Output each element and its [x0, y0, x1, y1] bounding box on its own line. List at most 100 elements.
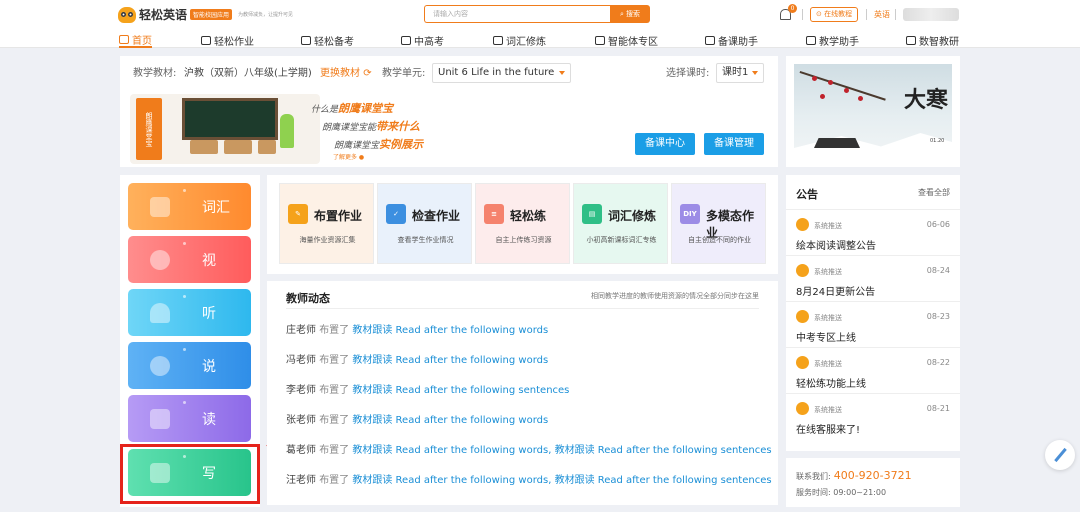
- system-avatar-icon: [796, 402, 809, 415]
- system-avatar-icon: [796, 264, 809, 277]
- service-hours: 服务时间: 09:00~21:00: [796, 488, 887, 497]
- card-check-homework[interactable]: ✓ 检查作业 查看学生作业情况: [377, 183, 472, 264]
- nav-label: 首页: [132, 35, 152, 47]
- announcement-item[interactable]: 系统推送 08-22 轻松练功能上线: [786, 347, 960, 393]
- classroom-illustration[interactable]: 朗鹰课堂宝: [130, 94, 320, 164]
- announcement-item[interactable]: 系统推送 08-23 中考专区上线: [786, 301, 960, 347]
- nav-teaching-assistant[interactable]: 教学助手: [806, 32, 859, 48]
- plum-blossom: [820, 94, 825, 99]
- nav-easy-homework[interactable]: 轻松作业: [201, 32, 254, 48]
- subject-switch[interactable]: 英语: [874, 9, 890, 20]
- caption-what[interactable]: 什么是朗鹰课堂宝: [311, 100, 393, 116]
- activity-row: 葛老师 布置了 教材跟读 Read after the following wo…: [286, 441, 772, 456]
- card-title: 布置作业: [314, 209, 363, 223]
- document-icon: [401, 35, 411, 45]
- card-multimodal-homework[interactable]: DIY 多模态作业 自主创造不同的作业: [671, 183, 766, 264]
- nav-label: 教学助手: [819, 36, 859, 48]
- card-subtitle: 查看学生作业情况: [397, 236, 454, 244]
- announcement-item[interactable]: 系统推送 08-24 8月24日更新公告: [786, 255, 960, 301]
- shield-icon: [201, 35, 211, 45]
- board-icon: [806, 35, 816, 45]
- nav-research[interactable]: 数智教研: [906, 32, 959, 48]
- online-tutorial-button[interactable]: ⊙ 在线教程: [810, 7, 859, 22]
- contact-phone[interactable]: 400-920-3721: [834, 469, 912, 482]
- skill-view-button[interactable]: 视: [128, 236, 251, 283]
- banner-image: 大寒 01.20: [794, 64, 952, 160]
- activity-link[interactable]: 教材跟读 Read after the following words: [352, 415, 548, 426]
- divider: [286, 308, 759, 309]
- nav-vocab[interactable]: 词汇修炼: [493, 32, 546, 48]
- nav-exams[interactable]: 中高考: [401, 32, 444, 48]
- pen-tool-icon[interactable]: [1045, 440, 1075, 470]
- card-assign-homework[interactable]: ✎ 布置作业 海量作业资源汇集: [279, 183, 374, 264]
- skill-vocab-button[interactable]: 词汇: [128, 183, 251, 230]
- material-value: 沪教（双新）八年级(上学期): [184, 68, 312, 79]
- learn-more-link[interactable]: 了解更多 ●: [333, 152, 364, 161]
- activity-row: 李老师 布置了 教材跟读 Read after the following se…: [286, 381, 569, 396]
- nav-label: 备课助手: [718, 36, 758, 48]
- nav-agents[interactable]: 智能体专区: [595, 32, 658, 48]
- decor-dot: [183, 242, 186, 245]
- vocab-icon: ▤: [582, 204, 602, 224]
- activity-title: 教师动态: [286, 292, 330, 305]
- highlight-box: [120, 444, 260, 504]
- online-tutorial-label: 在线教程: [824, 10, 853, 18]
- divider: [802, 9, 803, 20]
- nav-easy-exam[interactable]: 轻松备考: [301, 32, 354, 48]
- announcement-item[interactable]: 系统推送 06-06 绘本阅读调整公告: [786, 209, 960, 255]
- solar-term-banner[interactable]: 大寒 01.20: [786, 56, 960, 167]
- prep-manage-button[interactable]: 备课管理: [704, 133, 764, 155]
- unit-value: Unit 6 Life in the future: [438, 67, 555, 78]
- prep-center-button[interactable]: 备课中心: [635, 133, 695, 155]
- skill-label: 读: [202, 411, 216, 428]
- announcement-text: 8月24日更新公告: [796, 287, 876, 298]
- caption-bold: 实例展示: [379, 138, 424, 151]
- unit-label: 教学单元:: [382, 68, 426, 79]
- activity-link[interactable]: 教材跟读 Read after the following words: [352, 355, 548, 366]
- announcement-date: 06-06: [926, 220, 950, 229]
- search-button[interactable]: ⌕ 搜索: [610, 5, 650, 23]
- view-all-link[interactable]: 查看全部: [918, 187, 950, 198]
- card-vocab-training[interactable]: ▤ 词汇修炼 小初高新课标词汇专练: [573, 183, 668, 264]
- teacher-name: 李老师: [286, 385, 316, 396]
- caption-bold: 带来什么: [376, 120, 421, 133]
- teaching-setup-panel: 教学教材: 沪教（双新）八年级(上学期) 更换教材 ⟳ 教学单元: Unit 6…: [120, 56, 778, 167]
- search-button-label: 搜索: [625, 10, 640, 18]
- nav-home[interactable]: 首页: [119, 32, 152, 48]
- card-title: 检查作业: [412, 209, 461, 223]
- nav-lesson-assistant[interactable]: 备课助手: [705, 32, 758, 48]
- lesson-select[interactable]: 课时1: [716, 63, 764, 83]
- lesson-label: 选择课时:: [666, 68, 710, 79]
- caption-benefit[interactable]: 朗鹰课堂宝能带来什么: [322, 118, 420, 134]
- announcement-item[interactable]: 系统推送 08-21 在线客服来了!: [786, 393, 960, 439]
- caption-prefix: 朗鹰课堂宝: [334, 141, 380, 151]
- logo[interactable]: 轻松英语 智能校园应用 为教师减负，让提升可见: [118, 6, 293, 23]
- activity-link[interactable]: 教材跟读 Read after the following words, 教材跟…: [352, 475, 771, 486]
- announcement-title: 公告: [796, 188, 818, 201]
- announcement-date: 08-22: [926, 358, 950, 367]
- quick-actions: ✎ 布置作业 海量作业资源汇集 ✓ 检查作业 查看学生作业情况 ≡ 轻松练 自主上传练习资源…: [267, 175, 778, 274]
- card-easy-practice[interactable]: ≡ 轻松练 自主上传练习资源: [475, 183, 570, 264]
- announcement-source: 系统推送: [814, 406, 842, 414]
- banner-title: 大寒: [904, 87, 949, 113]
- skill-listen-button[interactable]: 听: [128, 289, 251, 336]
- activity-note: 相同教学进度的教师使用资源的情况全部分同步在这里: [591, 292, 759, 300]
- activity-link[interactable]: 教材跟读 Read after the following words: [352, 325, 548, 336]
- skill-read-button[interactable]: 读: [128, 395, 251, 442]
- announcement-date: 08-21: [926, 404, 950, 413]
- activity-link[interactable]: 教材跟读 Read after the following sentences: [352, 385, 569, 396]
- announcement-text: 轻松练功能上线: [796, 379, 866, 390]
- activity-row: 庄老师 布置了 教材跟读 Read after the following wo…: [286, 321, 548, 336]
- skill-speak-button[interactable]: 说: [128, 342, 251, 389]
- notification-badge: 0: [788, 4, 797, 13]
- top-bar: 轻松英语 智能校园应用 为教师减负，让提升可见 请输入内容 ⌕ 搜索 0 ⊙ 在…: [0, 0, 1080, 30]
- teacher-name: 汪老师: [286, 475, 316, 486]
- practice-icon: ≡: [484, 204, 504, 224]
- caption-examples[interactable]: 朗鹰课堂宝实例展示: [334, 136, 423, 152]
- teacher-name: 张老师: [286, 415, 316, 426]
- search-input[interactable]: 请输入内容: [424, 5, 610, 23]
- user-account[interactable]: [903, 8, 959, 21]
- activity-link[interactable]: 教材跟读 Read after the following words, 教材跟…: [352, 445, 771, 456]
- unit-select[interactable]: Unit 6 Life in the future: [432, 63, 571, 83]
- switch-material-link[interactable]: 更换教材 ⟳: [320, 64, 372, 79]
